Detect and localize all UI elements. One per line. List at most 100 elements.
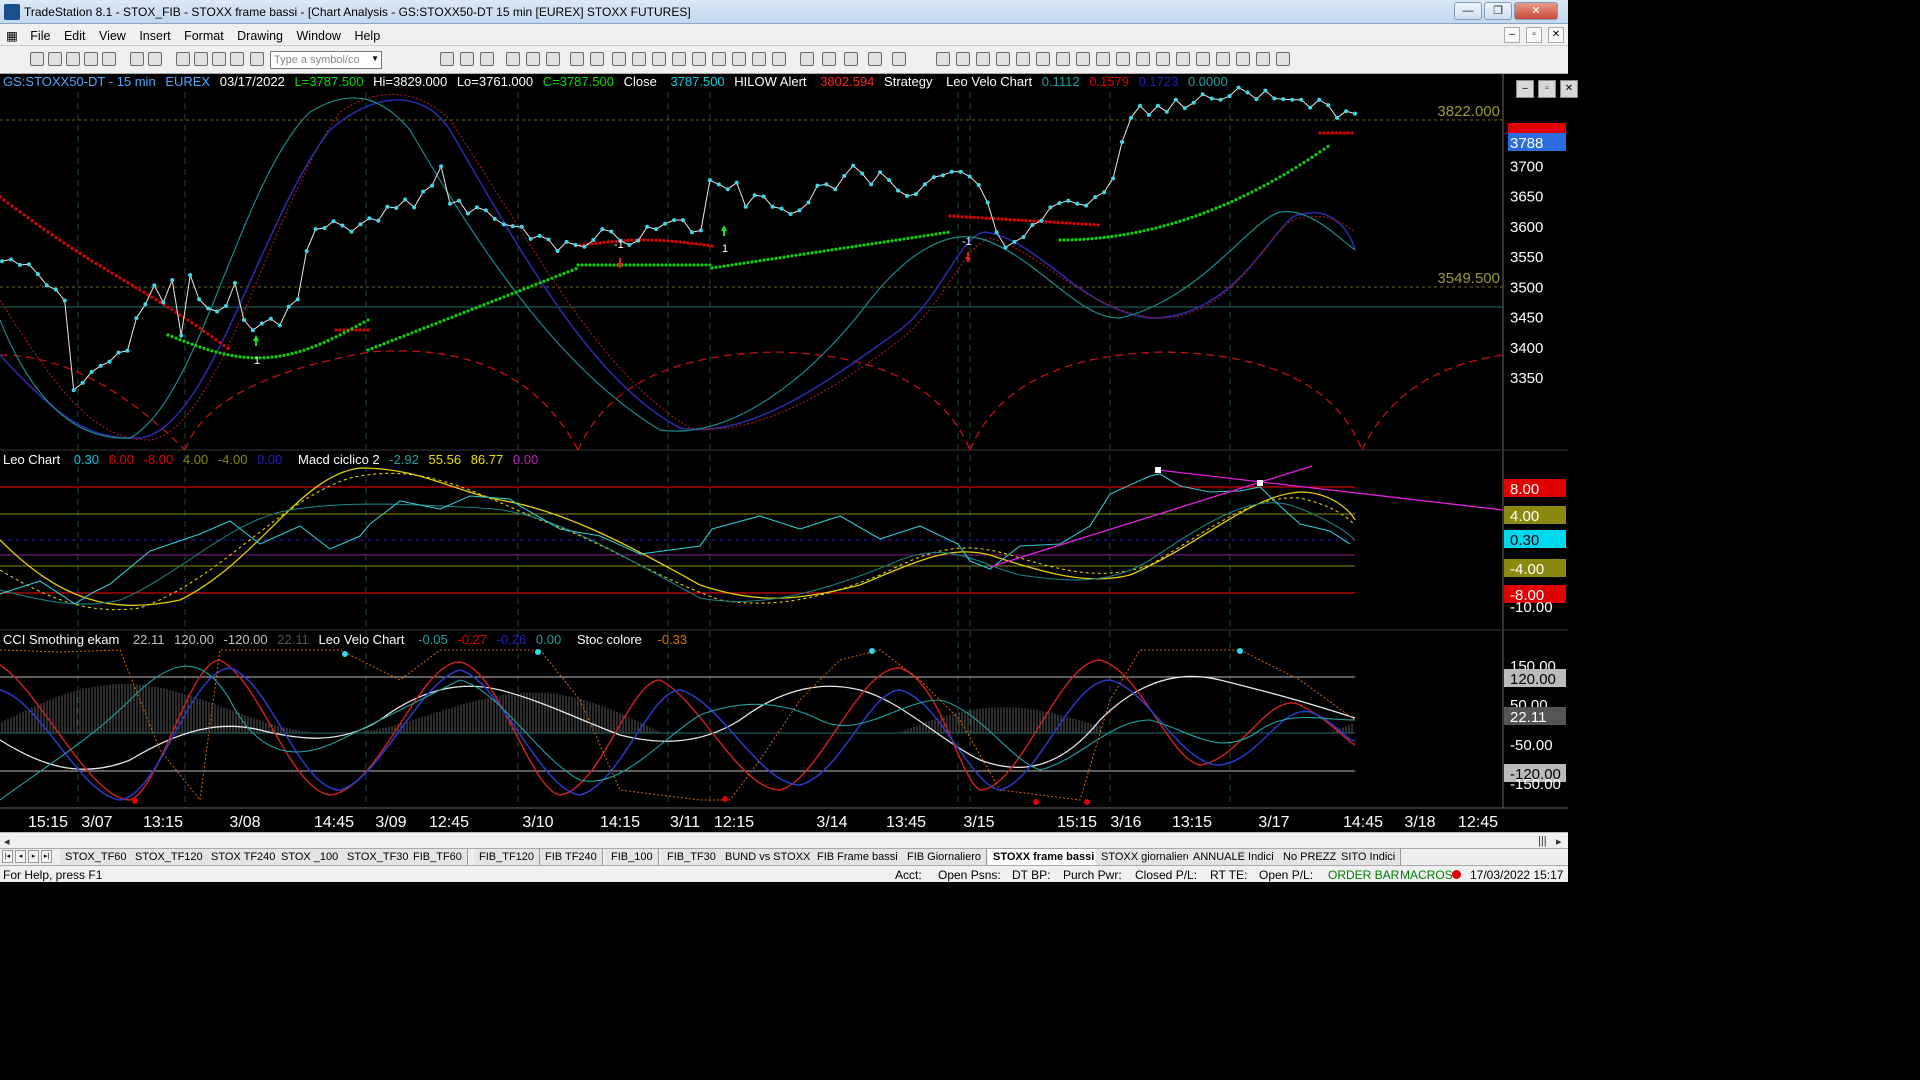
tool-26-icon[interactable] (732, 52, 746, 66)
chart-restore-button[interactable]: ▫ (1538, 80, 1556, 98)
app-menu-icon[interactable]: ▦ (0, 24, 22, 43)
next-tab-icon[interactable]: ▸ (28, 850, 39, 863)
tool-14-icon[interactable] (480, 52, 494, 66)
horizontal-scrollbar[interactable]: ◂ ||| ▸ (0, 832, 1568, 848)
tool-29-icon[interactable] (800, 52, 814, 66)
tool-17-icon[interactable] (546, 52, 560, 66)
symbol-input[interactable]: Type a symbol/co ▼ (270, 51, 382, 69)
tool-43-icon[interactable] (1116, 52, 1130, 66)
tab-1[interactable]: STOX_TF120 (130, 849, 209, 865)
tab-0[interactable]: STOX_TF60 (60, 849, 133, 865)
minimize-button[interactable]: — (1454, 2, 1482, 20)
tool-33-icon[interactable] (892, 52, 906, 66)
tool-23-icon[interactable] (672, 52, 686, 66)
prev-tab-icon[interactable]: ◂ (15, 850, 26, 863)
mdi-restore-button[interactable]: ▫ (1526, 27, 1542, 43)
tool-37-icon[interactable] (996, 52, 1010, 66)
new-icon[interactable] (30, 52, 44, 66)
tool-24-icon[interactable] (692, 52, 706, 66)
tab-10[interactable]: BUND vs STOXX (720, 849, 817, 865)
tool-19-icon[interactable] (590, 52, 604, 66)
tab-3[interactable]: STOX _100 (276, 849, 345, 865)
tool-51-icon[interactable] (1276, 52, 1290, 66)
order-bar-button[interactable]: ORDER BAR (1328, 868, 1399, 882)
tool-35-icon[interactable] (956, 52, 970, 66)
chart-close-button[interactable]: ✕ (1560, 80, 1578, 98)
menu-view[interactable]: View (94, 25, 131, 43)
tool-46-icon[interactable] (1176, 52, 1190, 66)
tool-38-icon[interactable] (1016, 52, 1030, 66)
scroll-grip-icon[interactable]: ||| (1538, 835, 1547, 847)
tab-15[interactable]: ANNUALE Indici (1188, 849, 1280, 865)
tool-15-icon[interactable] (506, 52, 520, 66)
tab-13[interactable]: STOXX frame bassi (988, 849, 1101, 865)
print-icon[interactable] (130, 52, 144, 66)
tab-17[interactable]: SITO Indici (1336, 849, 1402, 865)
first-tab-icon[interactable]: |◂ (2, 850, 13, 863)
menu-window[interactable]: Window (292, 25, 346, 43)
tool-27-icon[interactable] (752, 52, 766, 66)
tab-5[interactable]: FIB_TF60 (408, 849, 468, 865)
open-icon[interactable] (48, 52, 62, 66)
tool-20-icon[interactable] (612, 52, 626, 66)
tab-12[interactable]: FIB Giornaliero (902, 849, 987, 865)
tool-49-icon[interactable] (1236, 52, 1250, 66)
tool-32-icon[interactable] (868, 52, 882, 66)
save-icon[interactable] (66, 52, 80, 66)
redo-icon[interactable] (230, 52, 244, 66)
tab-8[interactable]: FIB_100 (606, 849, 659, 865)
menu-edit[interactable]: Edit (59, 25, 91, 43)
help-icon[interactable] (250, 52, 264, 66)
last-tab-icon[interactable]: ▸| (41, 850, 52, 863)
close-button[interactable]: ✕ (1514, 2, 1558, 20)
tool-28-icon[interactable] (772, 52, 786, 66)
chart-minimize-button[interactable]: – (1516, 80, 1534, 98)
tool-13-icon[interactable] (460, 52, 474, 66)
tool-18-icon[interactable] (570, 52, 584, 66)
menu-drawing[interactable]: Drawing (232, 25, 288, 43)
chevron-down-icon[interactable]: ▼ (371, 54, 379, 63)
undo-icon[interactable] (212, 52, 226, 66)
trend-dot (778, 256, 782, 260)
tab-4[interactable]: STOX_TF30 (342, 849, 415, 865)
menu-format[interactable]: Format (179, 25, 229, 43)
tool-31-icon[interactable] (844, 52, 858, 66)
tab-9[interactable]: FIB_TF30 (662, 849, 722, 865)
menu-help[interactable]: Help (349, 25, 385, 43)
tool-34-icon[interactable] (936, 52, 950, 66)
tab-7[interactable]: FIB TF240 (540, 849, 603, 865)
mdi-close-button[interactable]: ✕ (1548, 27, 1564, 43)
tool-36-icon[interactable] (976, 52, 990, 66)
tool-21-icon[interactable] (632, 52, 646, 66)
tool-42-icon[interactable] (1096, 52, 1110, 66)
mdi-minimize-button[interactable]: – (1504, 27, 1520, 43)
save-all-icon[interactable] (84, 52, 98, 66)
menu-insert[interactable]: Insert (134, 25, 175, 43)
tool-22-icon[interactable] (652, 52, 666, 66)
tool-47-icon[interactable] (1196, 52, 1210, 66)
print-preview-icon[interactable] (102, 52, 116, 66)
tool-50-icon[interactable] (1256, 52, 1270, 66)
maximize-button[interactable]: ❐ (1484, 2, 1512, 20)
menu-file[interactable]: File (25, 25, 55, 43)
tab-2[interactable]: STOX TF240 (206, 849, 282, 865)
macros-button[interactable]: MACROS (1400, 868, 1453, 882)
tool-12-icon[interactable] (440, 52, 454, 66)
tool-44-icon[interactable] (1136, 52, 1150, 66)
tab-11[interactable]: FIB Frame bassi (812, 849, 904, 865)
cut-icon[interactable] (148, 52, 162, 66)
tab-14[interactable]: STOXX giornaliero (1096, 849, 1199, 865)
tool-25-icon[interactable] (712, 52, 726, 66)
tool-45-icon[interactable] (1156, 52, 1170, 66)
tool-16-icon[interactable] (526, 52, 540, 66)
tab-6[interactable]: FIB_TF120 (474, 849, 541, 865)
scroll-left-icon[interactable]: ◂ (4, 835, 10, 848)
tool-39-icon[interactable] (1036, 52, 1050, 66)
scroll-right-icon[interactable]: ▸ (1556, 835, 1562, 848)
tool-30-icon[interactable] (822, 52, 836, 66)
paste-icon[interactable] (194, 52, 208, 66)
tool-40-icon[interactable] (1056, 52, 1070, 66)
tool-41-icon[interactable] (1076, 52, 1090, 66)
copy-icon[interactable] (176, 52, 190, 66)
tool-48-icon[interactable] (1216, 52, 1230, 66)
